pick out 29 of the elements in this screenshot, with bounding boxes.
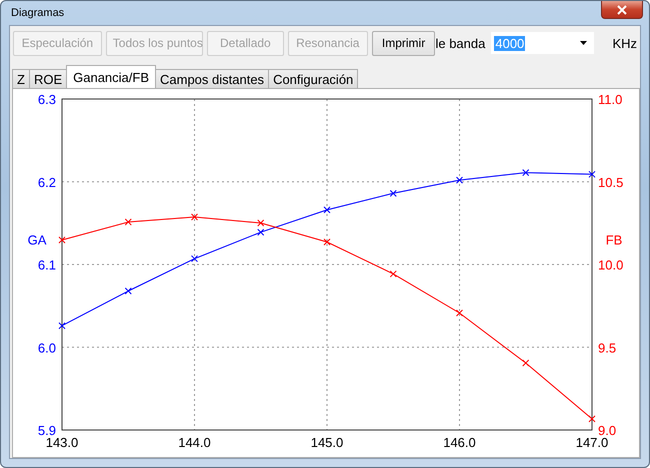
tab[interactable]: Configuración [268, 69, 358, 88]
x-tick-label: 145.0 [310, 435, 344, 450]
close-icon [616, 4, 628, 14]
caret-icon [580, 41, 588, 45]
y-tick-label: 5.9 [38, 423, 56, 438]
y-axis-title: GA [28, 232, 46, 248]
y-tick-label: 6.0 [38, 340, 56, 356]
tab[interactable]: Campos distantes [155, 69, 270, 88]
y-tick-label: 10.0 [598, 258, 624, 272]
bandwidth-label: le banda [435, 36, 486, 50]
y-tick-label: 9.0 [598, 423, 616, 438]
x-tick-label: 147.0 [576, 435, 608, 450]
toolbar-button[interactable]: Imprimir [372, 30, 436, 56]
window-title: Diagramas [10, 7, 64, 19]
y-tick-label: 6.2 [38, 174, 56, 190]
y-axis-title: FB [606, 232, 622, 248]
tab[interactable]: Ganancia/FB [66, 65, 156, 88]
y-tick-label: 9.5 [598, 340, 616, 356]
y-tick-label: 11.0 [598, 92, 622, 107]
tab[interactable]: ROE [28, 69, 68, 88]
unit-label: KHz [612, 36, 637, 50]
y-tick-label: 10.5 [598, 174, 624, 190]
y-tick-label: 6.1 [38, 258, 56, 272]
tab[interactable]: Z [12, 69, 30, 88]
x-tick-label: 143.0 [46, 435, 78, 450]
close-button[interactable] [601, 1, 643, 19]
y-tick-label: 6.3 [38, 92, 56, 107]
x-tick-label: 144.0 [178, 435, 211, 450]
x-tick-label: 146.0 [443, 435, 476, 450]
